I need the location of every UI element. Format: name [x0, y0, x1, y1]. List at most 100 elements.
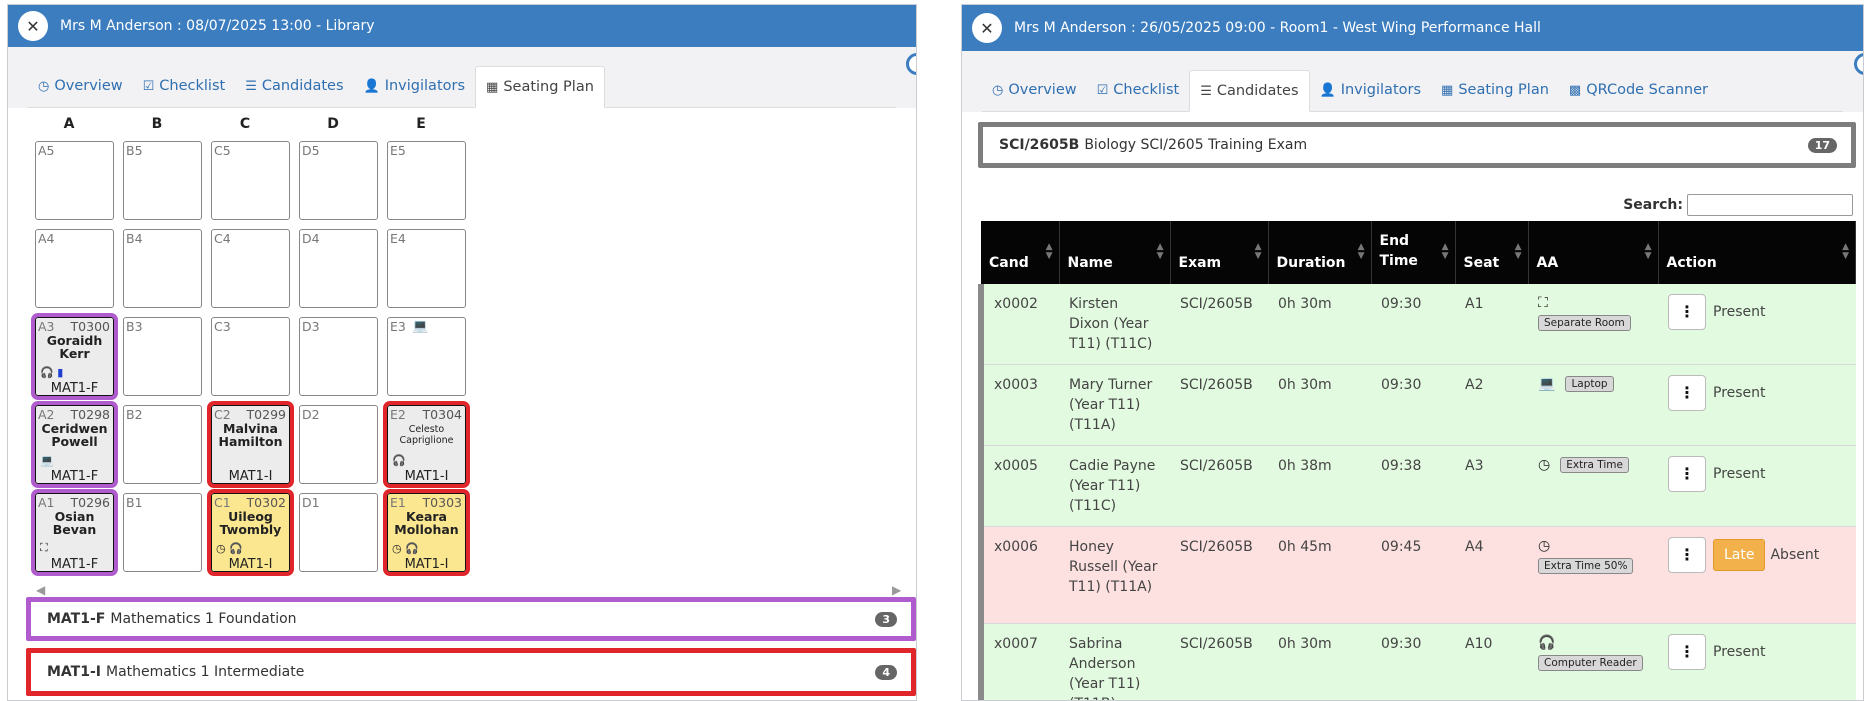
tab-qrcode-scanner[interactable]: ▩ QRCode Scanner: [1559, 69, 1718, 111]
person-icon: 👤: [1319, 82, 1336, 98]
right-tab-strip: ◷ Overview ☑ Checklist ☰ Candidates 👤 Invigi…: [962, 51, 1863, 112]
tab-candidates[interactable]: ☰ Candidates: [1189, 70, 1310, 112]
separate-room-icon: ⛶: [40, 541, 48, 554]
seat-a1[interactable]: A1 T0296 Osian Bevan ⛶ MAT1-F: [31, 489, 118, 576]
tab-candidates[interactable]: ☰ Candidates: [235, 65, 353, 107]
more-actions-button[interactable]: ⋮: [1668, 294, 1706, 330]
column-header-name[interactable]: Name ▲ ▼: [1059, 221, 1171, 284]
table-row[interactable]: x0007 Sabrina Anderson (Year T11) (T11B)…: [978, 623, 1856, 700]
table-row[interactable]: x0003 Mary Turner (Year T11) (T11A) SCI/…: [978, 364, 1856, 446]
table-row[interactable]: x0002 Kirsten Dixon (Year T11) (T11C) SC…: [978, 284, 1856, 365]
clock-icon: ◷: [1538, 538, 1551, 554]
tab-invigilators[interactable]: 👤 Invigilators: [1310, 69, 1431, 111]
left-window-title: Mrs M Anderson : 08/07/2025 13:00 - Libr…: [60, 18, 375, 34]
seat-e3[interactable]: E3 💻: [387, 317, 466, 396]
seat-c5[interactable]: C5: [211, 141, 290, 220]
seat-d1[interactable]: D1: [299, 493, 378, 572]
seat-d4[interactable]: D4: [299, 229, 378, 308]
tab-seating-plan[interactable]: ▦ Seating Plan: [475, 66, 605, 108]
more-actions-button[interactable]: ⋮: [1668, 456, 1706, 492]
table-row[interactable]: x0005 Cadie Payne (Year T11) (T11C) SCI/…: [978, 445, 1856, 527]
candidate-name: Uileog Twombly: [219, 509, 282, 537]
document-icon: ▮: [57, 366, 64, 379]
seat-e5[interactable]: E5: [387, 141, 466, 220]
grid-icon: ▦: [1441, 82, 1454, 98]
column-header: C: [239, 116, 251, 132]
tab-checklist[interactable]: ☑ Checklist: [133, 65, 236, 107]
column-header-seat[interactable]: Seat ▲ ▼: [1455, 221, 1529, 284]
seat-e2[interactable]: E2 T0304 Celesto Capriglione 🎧 MAT1-I: [383, 401, 470, 488]
laptop-icon: 💻: [412, 319, 429, 334]
sort-icon: ▲ ▼: [1514, 242, 1522, 261]
column-header: B: [151, 116, 163, 132]
right-window-title: Mrs M Anderson : 26/05/2025 09:00 - Room…: [1014, 20, 1541, 36]
scroll-left-arrow-icon[interactable]: ◀: [36, 583, 45, 597]
table-row[interactable]: x0006 Honey Russell (Year T11) (T11A) SC…: [978, 526, 1856, 624]
seat-a3[interactable]: A3 T0300 Goraidh Kerr 🎧 ▮ MAT1-F: [31, 313, 118, 400]
tab-seating-plan[interactable]: ▦ Seating Plan: [1431, 69, 1559, 111]
laptop-icon: 💻: [1538, 376, 1556, 392]
group-bar-intermediate[interactable]: MAT1-I Mathematics 1 Intermediate 4: [26, 648, 916, 696]
seat-b1[interactable]: B1: [123, 493, 202, 572]
clock-icon: ◷: [992, 82, 1004, 98]
candidate-name: Celesto Capriglione: [399, 424, 454, 446]
right-titlebar: ✕ Mrs M Anderson : 26/05/2025 09:00 - Ro…: [962, 5, 1863, 51]
late-button[interactable]: Late: [1713, 539, 1766, 571]
column-header-cand[interactable]: Cand ▲ ▼: [981, 221, 1060, 284]
aa-tag: Laptop: [1565, 376, 1614, 392]
column-header-end-time[interactable]: End Time ▲ ▼: [1371, 221, 1456, 284]
laptop-icon: 💻: [40, 454, 54, 467]
seat-b5[interactable]: B5: [123, 141, 202, 220]
list-icon: ☰: [1200, 83, 1212, 99]
column-header-duration[interactable]: Duration ▲ ▼: [1268, 221, 1372, 284]
aa-tag: Extra Time 50%: [1538, 558, 1634, 574]
close-icon[interactable]: ✕: [972, 13, 1002, 43]
seat-d2[interactable]: D2: [299, 405, 378, 484]
seat-b3[interactable]: B3: [123, 317, 202, 396]
tab-checklist[interactable]: ☑ Checklist: [1087, 69, 1190, 111]
sort-icon: ▲ ▼: [1357, 242, 1365, 261]
column-header-action[interactable]: Action ▲ ▼: [1658, 221, 1856, 284]
search-input[interactable]: [1687, 194, 1853, 216]
seat-d3[interactable]: D3: [299, 317, 378, 396]
headphones-icon: 🎧: [1538, 635, 1556, 651]
tab-overview[interactable]: ◷ Overview: [982, 69, 1087, 111]
seat-c2[interactable]: C2 T0299 Malvina Hamilton MAT1-I: [207, 401, 294, 488]
seat-e1[interactable]: E1 T0303 Keara Mollohan ◷ 🎧 MAT1-I: [383, 489, 470, 576]
exam-header[interactable]: SCI/2605B Biology SCI/2605 Training Exam…: [978, 122, 1856, 168]
search-label: Search:: [1623, 197, 1683, 213]
seat-b4[interactable]: B4: [123, 229, 202, 308]
group-bar-foundation[interactable]: MAT1-F Mathematics 1 Foundation 3: [26, 597, 916, 641]
more-actions-button[interactable]: ⋮: [1668, 537, 1706, 573]
status-text: Present: [1713, 385, 1766, 401]
clock-icon: ◷: [216, 542, 226, 555]
headphones-icon: 🎧: [405, 542, 419, 555]
sort-icon: ▲ ▼: [1156, 242, 1164, 261]
candidates-table: Cand ▲ ▼ Name ▲ ▼ Exam ▲ ▼ Duration ▲ ▼ End Time…: [978, 221, 1856, 700]
column-header: E: [416, 116, 426, 132]
clock-icon: ◷: [1538, 457, 1551, 473]
more-actions-button[interactable]: ⋮: [1668, 375, 1706, 411]
more-actions-button[interactable]: ⋮: [1668, 634, 1706, 670]
tab-invigilators[interactable]: 👤 Invigilators: [354, 65, 475, 107]
seat-a5[interactable]: A5: [35, 141, 114, 220]
seat-e4[interactable]: E4: [387, 229, 466, 308]
seat-d5[interactable]: D5: [299, 141, 378, 220]
status-text: Absent: [1770, 547, 1820, 563]
seat-c3[interactable]: C3: [211, 317, 290, 396]
column-header-aa[interactable]: AA ▲ ▼: [1528, 221, 1659, 284]
close-icon[interactable]: ✕: [18, 11, 48, 41]
search-row: Search:: [1623, 194, 1853, 216]
seat-b2[interactable]: B2: [123, 405, 202, 484]
seat-c4[interactable]: C4: [211, 229, 290, 308]
sort-icon: ▲ ▼: [1045, 242, 1053, 261]
headphones-icon: 🎧: [392, 454, 406, 467]
tab-overview[interactable]: ◷ Overview: [28, 65, 133, 107]
seat-a2[interactable]: A2 T0298 Ceridwen Powell 💻 MAT1-F: [31, 401, 118, 488]
column-header-exam[interactable]: Exam ▲ ▼: [1170, 221, 1269, 284]
seat-a4[interactable]: A4: [35, 229, 114, 308]
scroll-right-arrow-icon[interactable]: ▶: [892, 583, 901, 597]
column-header: D: [327, 116, 339, 132]
left-titlebar: ✕ Mrs M Anderson : 08/07/2025 13:00 - Li…: [8, 5, 916, 47]
seat-c1[interactable]: C1 T0302 Uileog Twombly ◷ 🎧 MAT1-I: [207, 489, 294, 576]
